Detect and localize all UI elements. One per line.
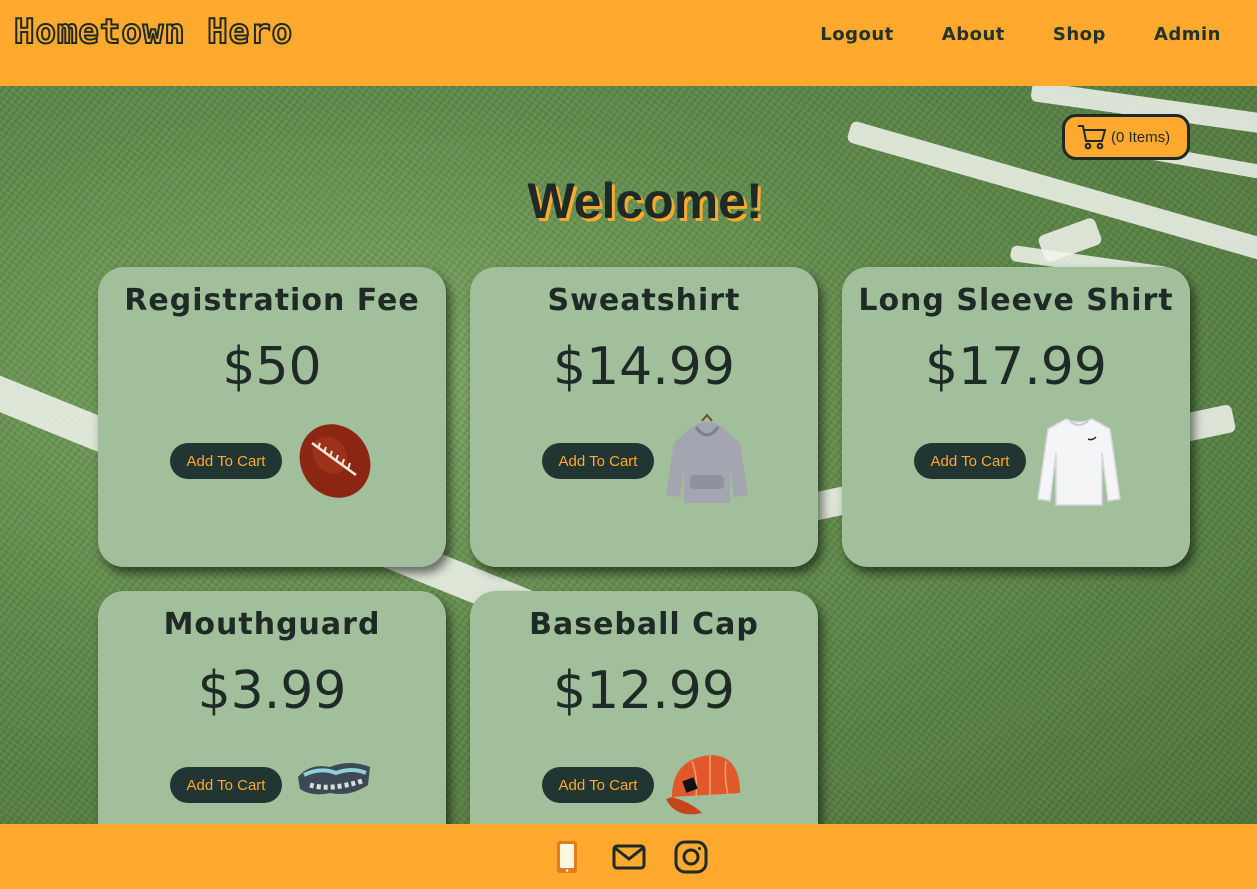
add-to-cart-button[interactable]: Add To Cart <box>914 443 1026 479</box>
shopping-cart-icon <box>1078 125 1107 150</box>
welcome-heading: Welcome! <box>527 173 763 229</box>
nav-logout[interactable]: Logout <box>820 24 894 45</box>
product-price: $12.99 <box>553 661 735 721</box>
product-name: Sweatshirt <box>547 283 741 318</box>
product-price: $50 <box>222 337 322 397</box>
baseball-cap-image <box>666 755 740 815</box>
site-header: Hometown Hero Logout About Shop Admin <box>0 0 1257 86</box>
phone-icon[interactable] <box>549 839 585 875</box>
nav-admin[interactable]: Admin <box>1154 24 1221 45</box>
product-price: $14.99 <box>553 337 735 397</box>
main-nav: Logout About Shop Admin <box>820 24 1221 45</box>
product-card: Long Sleeve Shirt $17.99 Add To Cart <box>842 267 1190 567</box>
product-name: Mouthguard <box>163 607 381 642</box>
product-name: Long Sleeve Shirt <box>858 283 1174 318</box>
long-sleeve-shirt-image <box>1037 418 1121 506</box>
football-image <box>299 424 371 498</box>
add-to-cart-button[interactable]: Add To Cart <box>170 443 282 479</box>
mouthguard-image <box>298 763 370 795</box>
product-price: $17.99 <box>925 337 1107 397</box>
site-footer <box>0 824 1257 889</box>
email-icon[interactable] <box>611 839 647 875</box>
add-to-cart-button[interactable]: Add To Cart <box>170 767 282 803</box>
cart-button[interactable]: (0 Items) <box>1062 114 1190 160</box>
nav-shop[interactable]: Shop <box>1053 24 1106 45</box>
sweatshirt-image <box>666 413 748 503</box>
instagram-icon[interactable] <box>673 839 709 875</box>
product-name: Baseball Cap <box>529 607 759 642</box>
add-to-cart-button[interactable]: Add To Cart <box>542 767 654 803</box>
add-to-cart-button[interactable]: Add To Cart <box>542 443 654 479</box>
product-price: $3.99 <box>197 661 347 721</box>
product-name: Registration Fee <box>124 283 420 318</box>
nav-about[interactable]: About <box>942 24 1005 45</box>
cart-count: (0 Items) <box>1111 128 1171 146</box>
product-card: Registration Fee $50 Add To Cart <box>98 267 446 567</box>
site-logo[interactable]: Hometown Hero <box>13 11 293 53</box>
product-card: Sweatshirt $14.99 Add To Cart <box>470 267 818 567</box>
